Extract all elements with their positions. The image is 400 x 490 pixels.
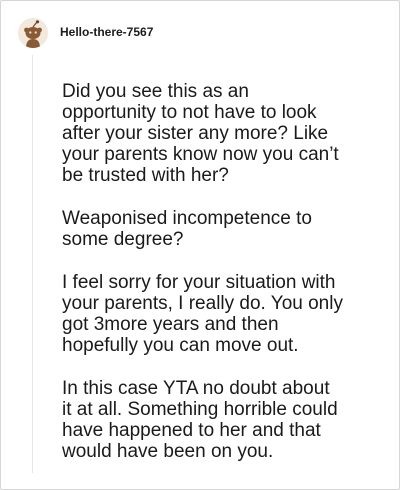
avatar[interactable] (18, 18, 48, 48)
comment-paragraph: In this case YTA no doubt about it at al… (62, 378, 338, 462)
thread-line[interactable] (32, 55, 33, 473)
comment-paragraph: Weaponised incompetence to some degree? (62, 208, 312, 250)
comment-paragraph: Did you see this as an opportunity to no… (62, 81, 339, 186)
comment-paragraph: I feel sorry for your situation with you… (62, 272, 343, 356)
comment-author[interactable]: Hello-there-7567 (60, 25, 153, 39)
comment-card: Hello-there-7567 Did you see this as an … (0, 0, 400, 490)
comment-body: Did you see this as an opportunity to no… (62, 81, 382, 462)
snoo-avatar-icon (18, 18, 48, 48)
